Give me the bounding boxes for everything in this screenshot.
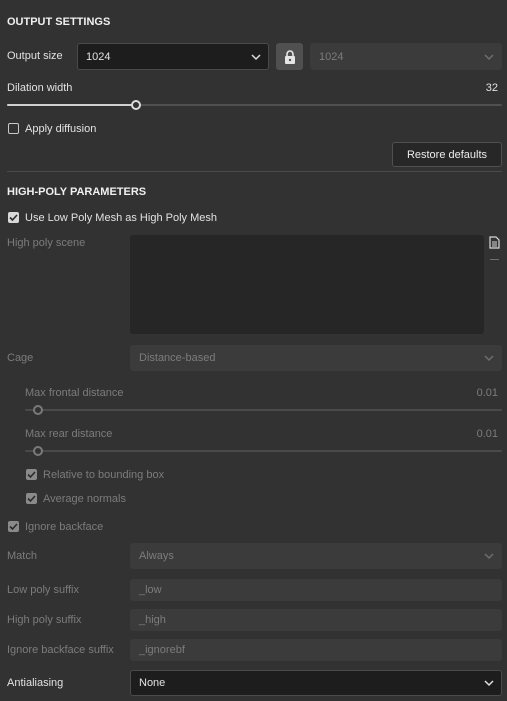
chevron-down-icon	[251, 53, 261, 60]
apply-diffusion-checkbox[interactable]	[8, 123, 19, 134]
dilation-slider-fill	[7, 104, 136, 106]
checkmark-icon	[27, 471, 36, 479]
output-size-value: 1024	[86, 50, 111, 63]
match-value: Always	[139, 550, 174, 562]
average-normals-label: Average normals	[43, 493, 126, 505]
max-rear-distance-value: 0.01	[476, 428, 498, 440]
lock-size-button[interactable]	[276, 43, 303, 70]
output-size-linked-select[interactable]: 1024	[310, 43, 502, 70]
ignore-backface-suffix-input[interactable]: _ignorebf	[130, 639, 502, 661]
cage-label: Cage	[7, 352, 34, 364]
checkmark-icon	[27, 495, 36, 503]
chevron-down-icon	[484, 680, 494, 687]
dilation-slider-handle[interactable]	[131, 100, 141, 110]
section-divider	[7, 171, 502, 172]
use-low-poly-checkbox[interactable]	[8, 212, 19, 223]
high-poly-scene-label: High poly scene	[7, 237, 86, 249]
max-frontal-distance-label: Max frontal distance	[25, 387, 124, 399]
lock-icon	[284, 49, 295, 64]
antialiasing-value: None	[139, 677, 166, 689]
low-poly-suffix-label: Low poly suffix	[7, 584, 79, 596]
file-icon[interactable]	[489, 236, 500, 252]
output-size-select[interactable]: 1024	[77, 43, 269, 70]
chevron-down-icon	[484, 355, 494, 362]
minus-icon[interactable]	[490, 259, 499, 260]
max-rear-distance-label: Max rear distance	[25, 428, 113, 440]
low-poly-suffix-input[interactable]: _low	[130, 579, 502, 601]
high-poly-suffix-value: _high	[139, 614, 166, 626]
relative-bbox-checkbox[interactable]	[26, 469, 37, 480]
checkmark-icon	[9, 523, 18, 531]
checkmark-icon	[9, 214, 18, 222]
max-rear-slider-handle[interactable]	[33, 446, 43, 456]
output-size-linked-value: 1024	[319, 50, 344, 63]
dilation-width-label: Dilation width	[7, 82, 73, 94]
high-poly-scene-list[interactable]	[130, 235, 484, 334]
antialiasing-label: Antialiasing	[7, 677, 64, 689]
section-title-output-settings: OUTPUT SETTINGS	[7, 16, 111, 28]
max-rear-slider-track[interactable]	[25, 450, 502, 452]
max-frontal-distance-value: 0.01	[476, 387, 498, 399]
low-poly-suffix-value: _low	[139, 584, 162, 596]
antialiasing-select[interactable]: None	[130, 670, 502, 696]
output-size-label: Output size	[7, 50, 63, 62]
max-frontal-slider-handle[interactable]	[33, 405, 43, 415]
relative-bbox-label: Relative to bounding box	[43, 469, 165, 481]
ignore-backface-label: Ignore backface	[25, 521, 104, 533]
cage-value: Distance-based	[139, 352, 216, 364]
section-title-high-poly-parameters: HIGH-POLY PARAMETERS	[7, 186, 147, 198]
match-select[interactable]: Always	[130, 543, 502, 569]
restore-defaults-button[interactable]: Restore defaults	[392, 142, 502, 167]
apply-diffusion-label: Apply diffusion	[25, 123, 97, 135]
cage-select[interactable]: Distance-based	[130, 345, 502, 371]
chevron-down-icon	[484, 553, 494, 560]
average-normals-checkbox[interactable]	[26, 493, 37, 504]
high-poly-suffix-input[interactable]: _high	[130, 609, 502, 631]
dilation-width-value: 32	[485, 82, 498, 94]
ignore-backface-suffix-label: Ignore backface suffix	[7, 644, 114, 656]
high-poly-suffix-label: High poly suffix	[7, 614, 82, 626]
match-label: Match	[7, 550, 37, 562]
use-low-poly-label: Use Low Poly Mesh as High Poly Mesh	[25, 212, 217, 224]
ignore-backface-suffix-value: _ignorebf	[139, 644, 185, 656]
chevron-down-icon	[484, 53, 494, 60]
ignore-backface-checkbox[interactable]	[8, 521, 19, 532]
max-frontal-slider-track[interactable]	[25, 409, 502, 411]
